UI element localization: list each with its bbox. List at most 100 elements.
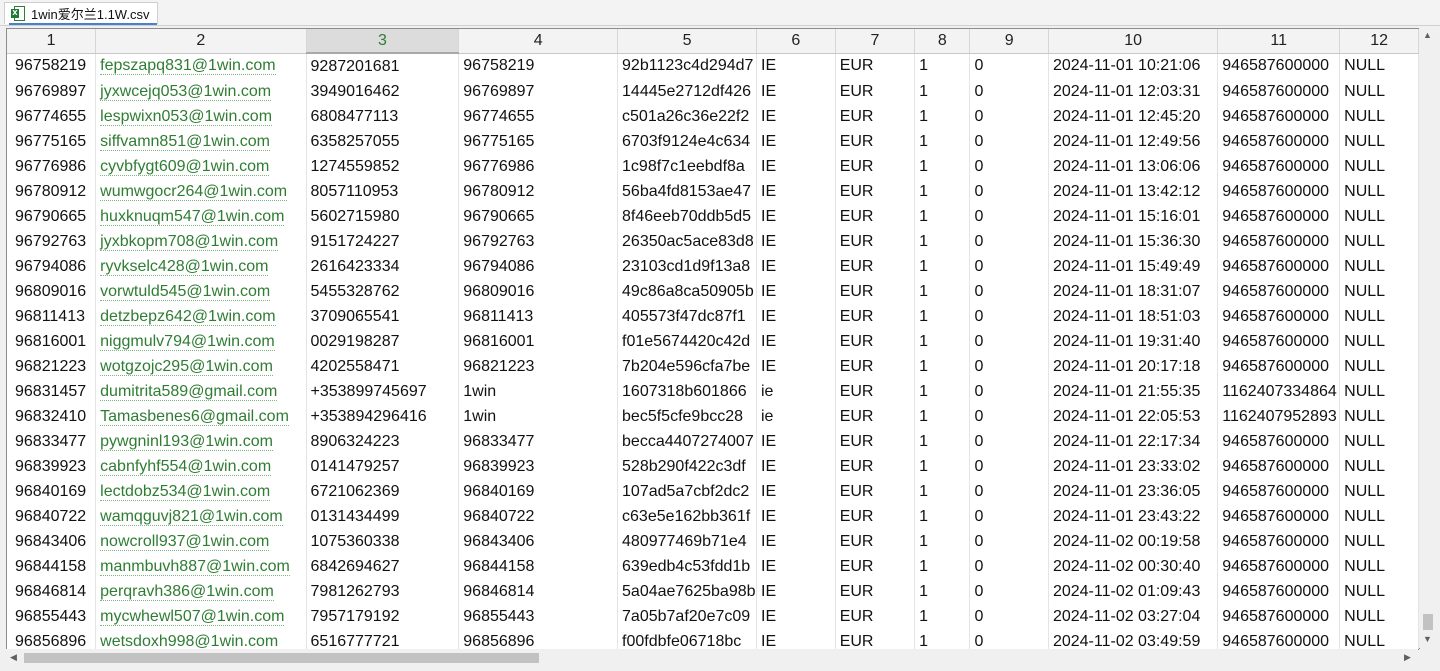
cell-col-2[interactable]: lespwixn053@1win.com: [95, 104, 307, 129]
cell-col-1[interactable]: 96816001: [7, 329, 97, 354]
cell-col-10[interactable]: 2024-11-01 13:06:06: [1048, 154, 1219, 179]
cell-col-9[interactable]: 0: [969, 504, 1049, 529]
table-row[interactable]: 96774655 lespwixn053@1win.com 6808477113 96…: [7, 104, 1419, 129]
cell-col-6[interactable]: IE: [756, 329, 836, 354]
cell-col-3[interactable]: 5455328762: [306, 279, 460, 304]
cell-col-3[interactable]: 6842694627: [306, 554, 460, 579]
horizontal-scrollbar[interactable]: ◀ ▶: [6, 649, 1418, 667]
cell-col-5[interactable]: 7b204e596cfa7be: [617, 354, 757, 379]
cell-col-8[interactable]: 1: [914, 254, 971, 279]
cell-col-6[interactable]: IE: [756, 179, 836, 204]
cell-col-12[interactable]: NULL: [1339, 279, 1419, 304]
table-row[interactable]: 96790665 huxknuqm547@1win.com 5602715980 96…: [7, 204, 1419, 229]
cell-col-8[interactable]: 1: [914, 379, 971, 404]
cell-col-12[interactable]: NULL: [1339, 304, 1419, 329]
cell-col-4[interactable]: 96776986: [458, 154, 619, 179]
cell-col-4[interactable]: 96821223: [458, 354, 619, 379]
cell-col-6[interactable]: ie: [756, 404, 836, 429]
cell-col-5[interactable]: bec5f5cfe9bcc28: [617, 404, 757, 429]
email-link[interactable]: detzbepz642@1win.com: [100, 307, 276, 326]
cell-col-11[interactable]: 946587600000: [1217, 504, 1341, 529]
cell-col-8[interactable]: 1: [914, 179, 971, 204]
table-row[interactable]: 96794086 ryvkselc428@1win.com 2616423334 96…: [7, 254, 1419, 279]
cell-col-12[interactable]: NULL: [1339, 104, 1419, 129]
horizontal-scroll-thumb[interactable]: [24, 653, 539, 663]
cell-col-2[interactable]: nowcroll937@1win.com: [95, 529, 307, 554]
cell-col-1[interactable]: 96776986: [7, 154, 97, 179]
cell-col-6[interactable]: IE: [756, 554, 836, 579]
cell-col-10[interactable]: 2024-11-01 19:31:40: [1048, 329, 1219, 354]
cell-col-7[interactable]: EUR: [835, 504, 916, 529]
cell-col-9[interactable]: 0: [969, 329, 1049, 354]
cell-col-8[interactable]: 1: [914, 454, 971, 479]
cell-col-2[interactable]: huxknuqm547@1win.com: [95, 204, 307, 229]
email-link[interactable]: jyxwcejq053@1win.com: [100, 82, 272, 101]
cell-col-3[interactable]: 6808477113: [306, 104, 460, 129]
cell-col-10[interactable]: 2024-11-01 22:05:53: [1048, 404, 1219, 429]
cell-col-1[interactable]: 96855443: [7, 604, 97, 629]
cell-col-7[interactable]: EUR: [835, 479, 916, 504]
column-header-5[interactable]: 5: [617, 29, 757, 54]
cell-col-9[interactable]: 0: [969, 604, 1049, 629]
cell-col-5[interactable]: 480977469b71e4: [617, 529, 757, 554]
cell-col-12[interactable]: NULL: [1339, 604, 1419, 629]
cell-col-4[interactable]: 96809016: [458, 279, 619, 304]
cell-col-2[interactable]: detzbepz642@1win.com: [95, 304, 307, 329]
cell-col-11[interactable]: 946587600000: [1217, 179, 1341, 204]
cell-col-7[interactable]: EUR: [835, 279, 916, 304]
scroll-left-arrow-icon[interactable]: ◀: [10, 652, 17, 663]
cell-col-12[interactable]: NULL: [1339, 429, 1419, 454]
cell-col-3[interactable]: +353894296416: [306, 404, 460, 429]
cell-col-6[interactable]: ie: [756, 379, 836, 404]
cell-col-4[interactable]: 96833477: [458, 429, 619, 454]
email-link[interactable]: mycwhewl507@1win.com: [100, 607, 285, 626]
cell-col-11[interactable]: 946587600000: [1217, 254, 1341, 279]
email-link[interactable]: wamqguvj821@1win.com: [100, 507, 283, 526]
cell-col-6[interactable]: IE: [756, 79, 836, 104]
cell-col-1[interactable]: 96839923: [7, 454, 97, 479]
cell-col-4[interactable]: 1win: [458, 404, 619, 429]
cell-col-8[interactable]: 1: [914, 579, 971, 604]
cell-col-2[interactable]: jyxbkopm708@1win.com: [95, 229, 307, 254]
cell-col-4[interactable]: 96843406: [458, 529, 619, 554]
cell-col-4[interactable]: 96846814: [458, 579, 619, 604]
cell-col-6[interactable]: IE: [756, 504, 836, 529]
cell-col-1[interactable]: 96758219: [7, 53, 97, 79]
cell-col-7[interactable]: EUR: [835, 579, 916, 604]
cell-col-12[interactable]: NULL: [1339, 254, 1419, 279]
cell-col-9[interactable]: 0: [969, 404, 1049, 429]
cell-col-3[interactable]: 3949016462: [306, 79, 460, 104]
cell-col-8[interactable]: 1: [914, 479, 971, 504]
cell-col-4[interactable]: 96769897: [458, 79, 619, 104]
cell-col-9[interactable]: 0: [969, 554, 1049, 579]
cell-col-3[interactable]: 6721062369: [306, 479, 460, 504]
cell-col-12[interactable]: NULL: [1339, 379, 1419, 404]
email-link[interactable]: dumitrita589@gmail.com: [100, 382, 278, 401]
cell-col-3[interactable]: +353899745697: [306, 379, 460, 404]
cell-col-1[interactable]: 96775165: [7, 129, 97, 154]
table-row[interactable]: 96855443 mycwhewl507@1win.com 7957179192 96…: [7, 604, 1419, 629]
column-header-2[interactable]: 2: [95, 29, 307, 54]
cell-col-4[interactable]: 96840722: [458, 504, 619, 529]
cell-col-9[interactable]: 0: [969, 529, 1049, 554]
column-header-7[interactable]: 7: [835, 29, 916, 54]
vertical-scroll-thumb[interactable]: [1423, 614, 1433, 630]
cell-col-4[interactable]: 96794086: [458, 254, 619, 279]
cell-col-9[interactable]: 0: [969, 229, 1049, 254]
cell-col-11[interactable]: 946587600000: [1217, 53, 1341, 79]
cell-col-6[interactable]: IE: [756, 204, 836, 229]
cell-col-11[interactable]: 946587600000: [1217, 154, 1341, 179]
cell-col-7[interactable]: EUR: [835, 79, 916, 104]
cell-col-1[interactable]: 96832410: [7, 404, 97, 429]
cell-col-11[interactable]: 1162407952893: [1217, 404, 1341, 429]
cell-col-5[interactable]: f00fdbfe06718bc: [617, 629, 757, 649]
cell-col-7[interactable]: EUR: [835, 179, 916, 204]
cell-col-8[interactable]: 1: [914, 229, 971, 254]
table-row[interactable]: 96758219 fepszapq831@1win.com 9287201681 96…: [7, 53, 1419, 79]
cell-col-1[interactable]: 96780912: [7, 179, 97, 204]
email-link[interactable]: manmbuvh887@1win.com: [100, 557, 290, 576]
cell-col-11[interactable]: 946587600000: [1217, 354, 1341, 379]
cell-col-11[interactable]: 946587600000: [1217, 79, 1341, 104]
cell-col-8[interactable]: 1: [914, 504, 971, 529]
column-header-10[interactable]: 10: [1048, 29, 1219, 54]
